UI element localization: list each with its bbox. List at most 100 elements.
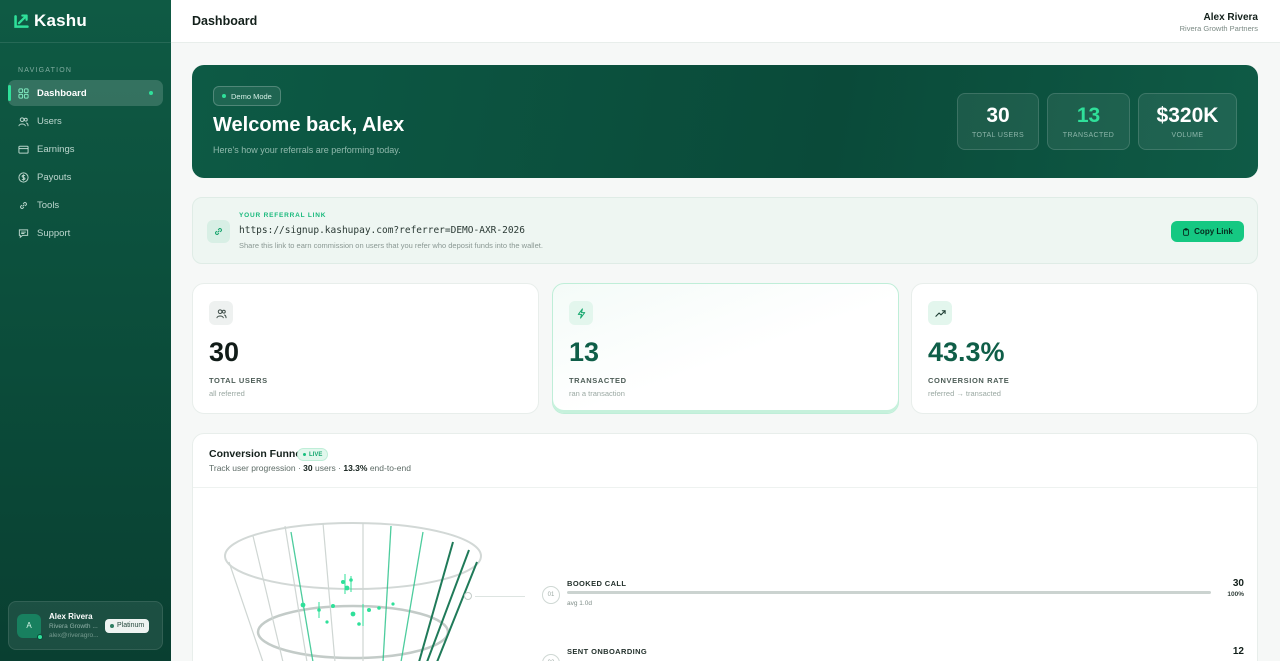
clipboard-icon: [1183, 227, 1189, 236]
referral-label: YOUR REFERRAL LINK: [239, 212, 327, 219]
stat-card-total-users: 30 TOTAL USERS all referred: [192, 283, 539, 414]
hero-stat-total-users: 30 TOTAL USERS: [957, 93, 1039, 150]
stage-number: 01: [542, 586, 560, 604]
live-dot: [303, 453, 306, 456]
brand-name: Kashu: [34, 11, 87, 30]
stat-card-label: CONVERSION RATE: [928, 376, 1010, 385]
hero-stats: 30 TOTAL USERS 13 TRANSACTED $320K VOLUM…: [957, 93, 1237, 150]
funnel-sub-suffix: end-to-end: [367, 463, 411, 473]
chat-icon: [18, 228, 29, 239]
stat-card-conversion-rate: 43.3% CONVERSION RATE referred → transac…: [911, 283, 1258, 414]
demo-mode-label: Demo Mode: [231, 91, 272, 101]
stage-count: 12: [1232, 646, 1244, 657]
account-details: Alex Rivera Rivera Growth ... alex@river…: [49, 612, 101, 639]
referral-note: Share this link to earn commission on us…: [239, 241, 543, 250]
funnel-header: Conversion Funnel LIVE Track user progre…: [193, 434, 1257, 488]
hero-stat-value: 30: [986, 103, 1010, 127]
dollar-icon: [18, 171, 29, 183]
account-name: Alex Rivera: [49, 612, 93, 621]
grid-icon: [18, 87, 29, 99]
hero-stat-value: 13: [1076, 103, 1101, 127]
stage-name: SENT ONBOARDING: [567, 647, 648, 656]
funnel-sub-rate: 13.3%: [343, 463, 368, 473]
sidebar-item-support[interactable]: Support: [8, 220, 163, 246]
sidebar-item-users[interactable]: Users: [8, 108, 163, 134]
nav-heading: NAVIGATION: [18, 67, 73, 74]
plan-badge: Platinum: [105, 618, 150, 633]
sidebar-item-payouts[interactable]: Payouts: [8, 164, 163, 190]
funnel-sub-users: 30: [303, 463, 313, 473]
sidebar-item-label: Dashboard: [37, 87, 87, 99]
users-icon: [209, 301, 233, 325]
copy-link-button[interactable]: Copy Link: [1171, 221, 1244, 242]
account-org: Rivera Growth ...: [49, 623, 98, 630]
live-label: LIVE: [309, 451, 323, 458]
page-title: Dashboard: [192, 14, 258, 28]
referral-url[interactable]: https://signup.kashupay.com?referrer=DEM…: [239, 225, 525, 236]
hero-stat-value: $320K: [1156, 103, 1219, 127]
sidebar-item-label: Earnings: [37, 143, 75, 155]
stage-progress-bar: [567, 591, 1211, 594]
plan-label: Platinum: [117, 622, 145, 629]
stat-card-label: TOTAL USERS: [209, 376, 268, 385]
plan-dot: [110, 623, 114, 628]
funnel-sub-mid: users ·: [312, 463, 344, 473]
stat-card-value: 30: [209, 337, 240, 367]
sidebar-item-label: Tools: [37, 199, 60, 211]
stage-name: BOOKED CALL: [567, 579, 627, 588]
funnel-title: Conversion Funnel: [209, 448, 305, 460]
copy-link-label: Copy Link: [1194, 227, 1233, 236]
header-user-org: Rivera Growth Partners: [1179, 24, 1258, 33]
stage-percent: 100%: [1227, 591, 1244, 598]
hero-stat-volume: $320K VOLUME: [1138, 93, 1237, 150]
users-icon: [18, 116, 29, 127]
link-icon: [207, 220, 230, 243]
hero-stat-label: VOLUME: [1171, 131, 1204, 139]
hero-stat-transacted: 13 TRANSACTED: [1047, 93, 1130, 150]
hero-stat-label: TRANSACTED: [1062, 131, 1115, 139]
stat-card-sub: ran a transaction: [569, 389, 625, 398]
welcome-title: Welcome back, Alex: [213, 114, 405, 136]
active-indicator: [149, 91, 153, 95]
hero-stat-label: TOTAL USERS: [971, 131, 1025, 139]
sidebar-item-label: Support: [37, 227, 71, 239]
sidebar-item-dashboard[interactable]: Dashboard: [8, 80, 163, 106]
account-card[interactable]: A Alex Rivera Rivera Growth ... alex@riv…: [8, 601, 163, 650]
top-bar: Dashboard Alex Rivera Rivera Growth Part…: [171, 0, 1280, 43]
stage-count: 30: [1232, 578, 1244, 589]
link-icon: [18, 200, 29, 211]
sidebar-nav: Dashboard Users Earnings Payouts Tools S…: [0, 80, 171, 246]
stage-avg-time: avg 1.0d: [567, 600, 592, 607]
stage-progress-fill: [567, 591, 1211, 594]
stat-card-value: 13: [569, 337, 600, 367]
online-status-dot: [37, 633, 43, 640]
stat-card-value: 43.3%: [928, 337, 1005, 367]
sidebar: Kashu NAVIGATION Dashboard Users Earning…: [0, 0, 171, 661]
sidebar-item-tools[interactable]: Tools: [8, 192, 163, 218]
stage-number: 02: [542, 654, 560, 661]
demo-dot: [222, 94, 226, 98]
referral-link-panel: YOUR REFERRAL LINK https://signup.kashup…: [192, 197, 1258, 264]
welcome-banner: Demo Mode Welcome back, Alex Here's how …: [192, 65, 1258, 178]
stat-card-transacted: 13 TRANSACTED ran a transaction: [552, 283, 899, 414]
funnel-3d-visual: [224, 522, 482, 661]
bolt-icon: [569, 301, 593, 325]
header-user-menu[interactable]: Alex Rivera Rivera Growth Partners: [1180, 12, 1258, 33]
funnel-subtitle: Track user progression · 30 users · 13.3…: [209, 463, 411, 473]
conversion-funnel-panel: Conversion Funnel LIVE Track user progre…: [192, 433, 1258, 661]
header-user-name: Alex Rivera: [1203, 12, 1258, 23]
avatar: A: [17, 613, 43, 640]
funnel-connector: [475, 596, 525, 597]
sidebar-item-earnings[interactable]: Earnings: [8, 136, 163, 162]
stat-card-sub: referred → transacted: [928, 389, 1001, 398]
kashu-logo-icon: [14, 13, 29, 28]
account-email: alex@riveragro...: [49, 632, 99, 639]
brand[interactable]: Kashu: [0, 0, 171, 43]
live-badge: LIVE: [297, 448, 329, 461]
wallet-icon: [18, 144, 29, 155]
funnel-sub-prefix: Track user progression ·: [209, 463, 304, 473]
welcome-subtitle: Here's how your referrals are performing…: [213, 145, 401, 155]
sidebar-item-label: Payouts: [37, 171, 72, 183]
trend-up-icon: [928, 301, 952, 325]
stat-card-label: TRANSACTED: [569, 376, 627, 385]
